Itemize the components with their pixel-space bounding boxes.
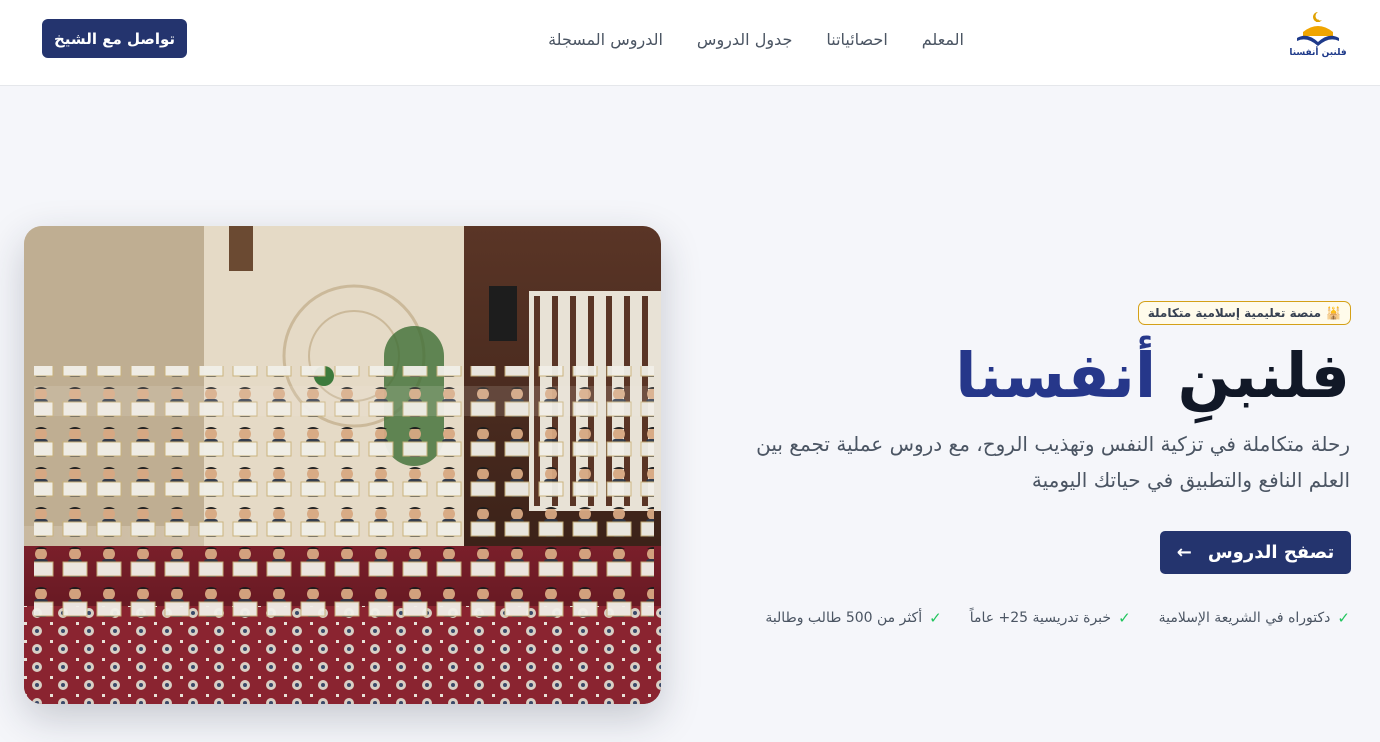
hero-description: رحلة متكاملة في تزكية النفس وتهذيب الروح… [756, 432, 1350, 492]
browse-lessons-button[interactable]: تصفح الدروس ← [1160, 531, 1351, 574]
logo-icon [1297, 12, 1339, 46]
feature-item: ✓ دكتوراه في الشريعة الإسلامية [1159, 609, 1350, 627]
hero-title-part2: أنفسنا [955, 339, 1157, 412]
feature-text: دكتوراه في الشريعة الإسلامية [1158, 610, 1331, 626]
check-icon: ✓ [1118, 609, 1131, 627]
hero-title-part1: فلنبنِ [1177, 339, 1350, 412]
feature-item: ✓ أكثر من 500 طالب وطالبة [765, 609, 941, 627]
nav-link-schedule[interactable]: جدول الدروس [697, 30, 792, 49]
feature-item: ✓ خبرة تدريسية 25+ عاماً [970, 609, 1131, 627]
hero-title: فلنبنِ أنفسنا [955, 336, 1350, 416]
feature-text: أكثر من 500 طالب وطالبة [765, 610, 923, 626]
nav-links: المعلم احصائياتنا جدول الدروس الدروس الم… [548, 0, 964, 78]
browse-lessons-label: تصفح الدروس [1207, 542, 1335, 563]
check-icon: ✓ [1337, 609, 1350, 627]
platform-badge: 🕌 منصة تعليمية إسلامية متكاملة [1137, 301, 1351, 325]
arrow-left-icon: ← [1176, 542, 1192, 563]
logo-text: فلنبن أنفسنا [1289, 48, 1347, 58]
check-icon: ✓ [929, 609, 942, 627]
nav-link-recorded-lessons[interactable]: الدروس المسجلة [548, 30, 663, 49]
site-logo[interactable]: فلنبن أنفسنا [1289, 8, 1347, 64]
nav-link-statistics[interactable]: احصائياتنا [826, 30, 887, 49]
nav-link-teacher[interactable]: المعلم [922, 30, 964, 49]
features-list: ✓ دكتوراه في الشريعة الإسلامية ✓ خبرة تد… [765, 609, 1350, 627]
navbar: فلنبن أنفسنا المعلم احصائياتنا جدول الدر… [0, 0, 1380, 86]
badge-text: منصة تعليمية إسلامية متكاملة [1147, 306, 1322, 320]
hero-image [24, 226, 661, 704]
students-photo [24, 226, 661, 704]
contact-sheikh-button[interactable]: تواصل مع الشيخ [42, 19, 187, 58]
feature-text: خبرة تدريسية 25+ عاماً [969, 610, 1112, 626]
mosque-icon: 🕌 [1326, 306, 1341, 320]
